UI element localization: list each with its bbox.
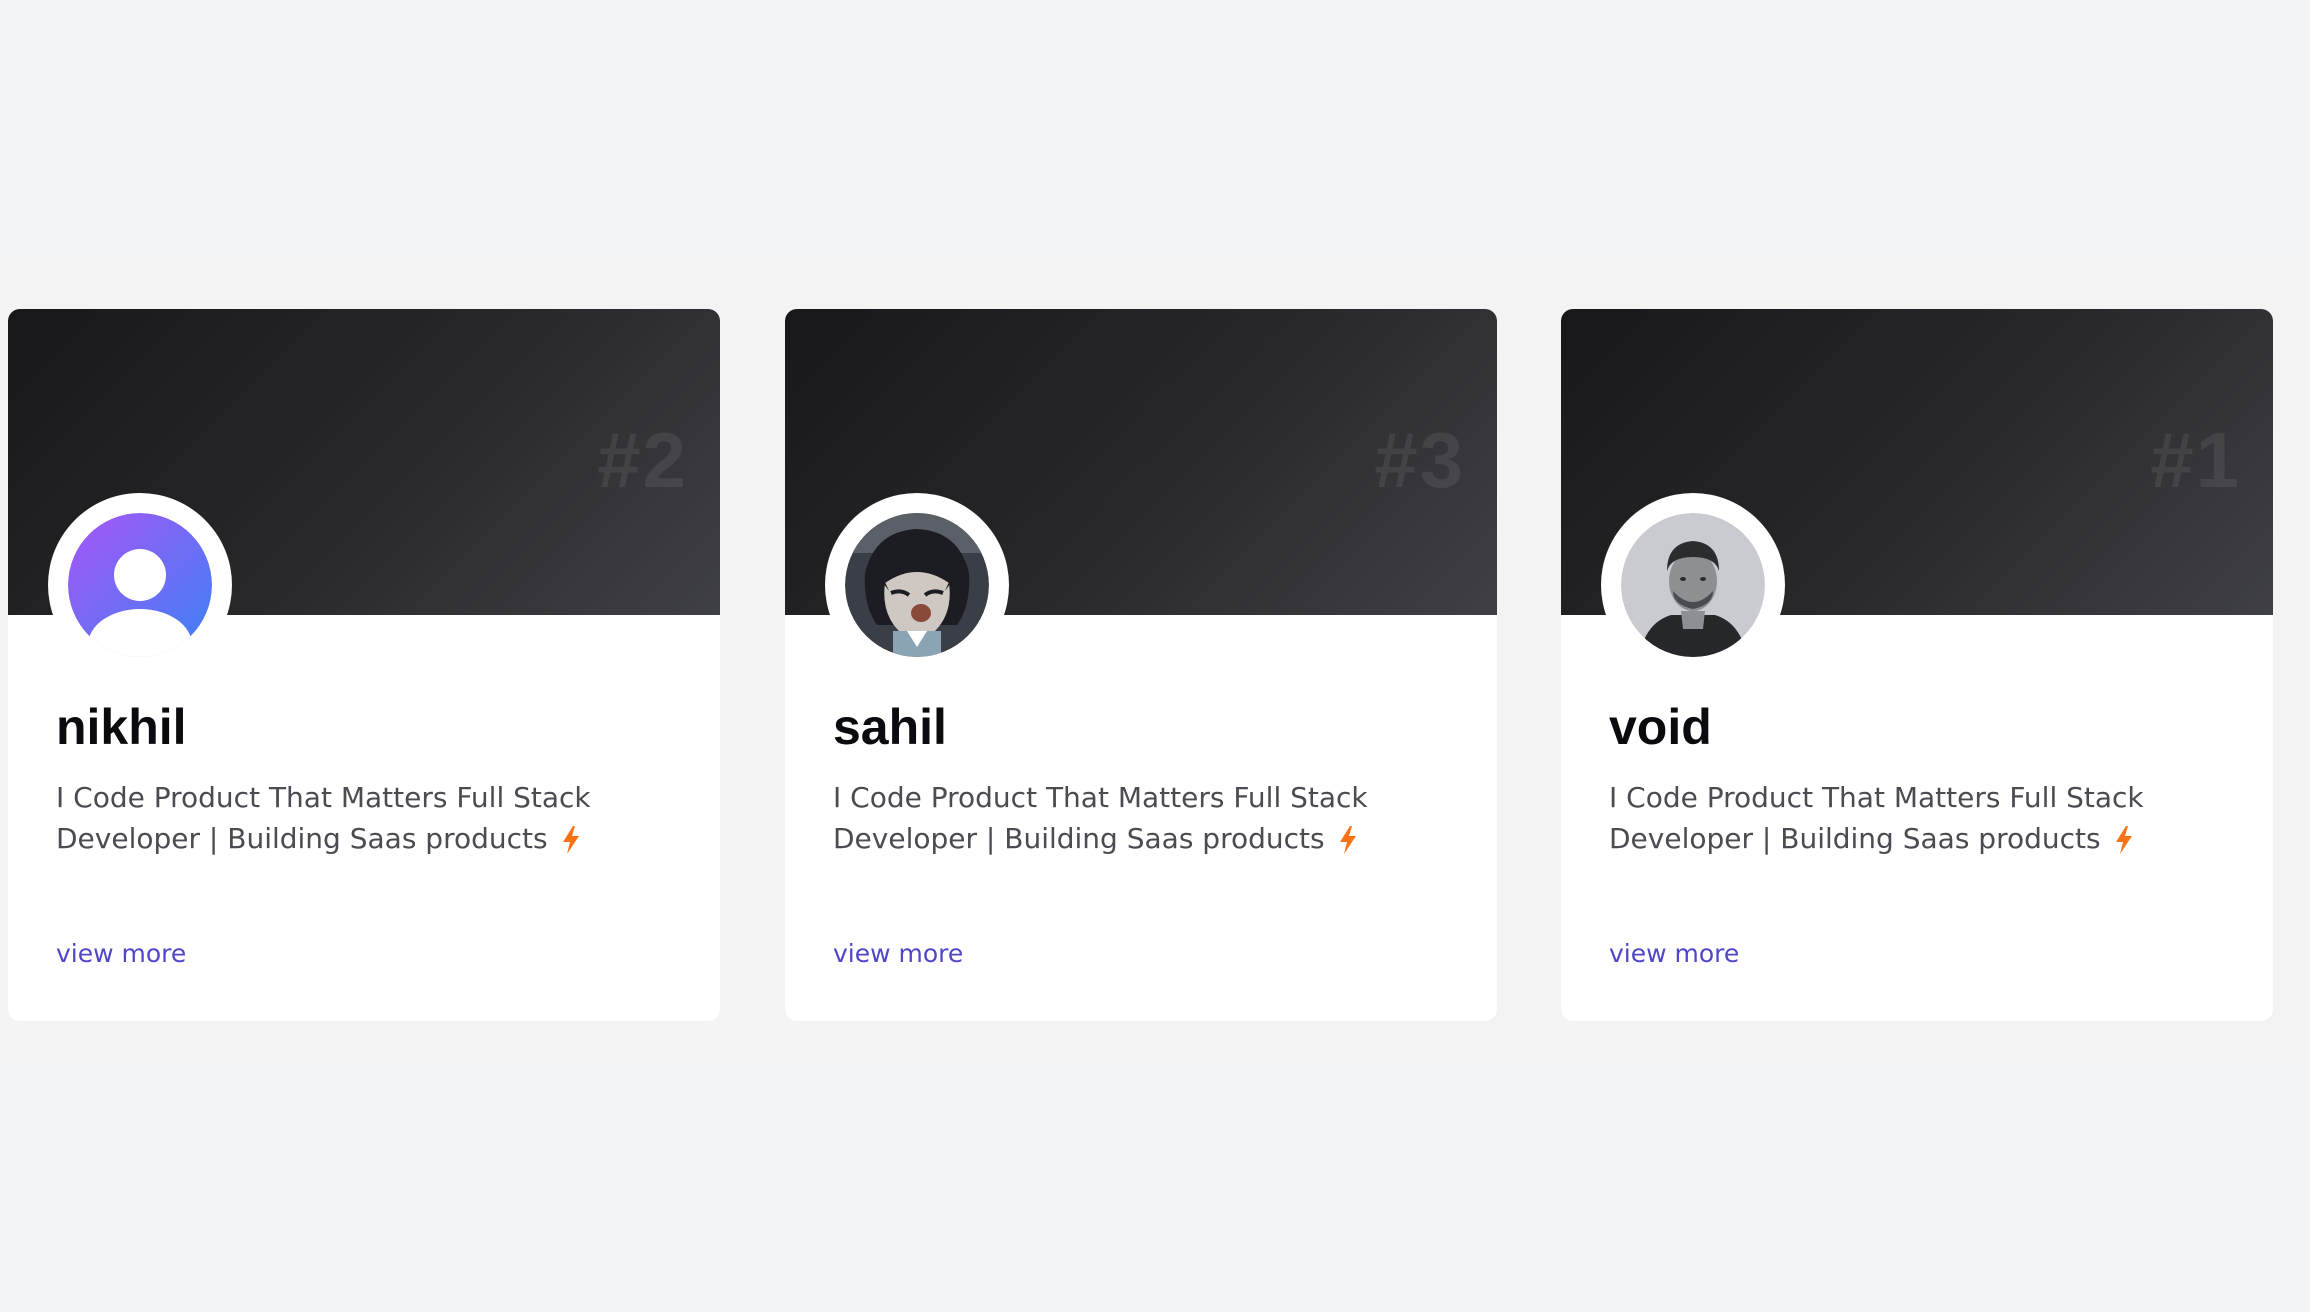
bio-text: I Code Product That Matters Full Stack D… (833, 781, 1368, 855)
profile-name: nikhil (56, 699, 187, 755)
bio-text: I Code Product That Matters Full Stack D… (1609, 781, 2144, 855)
person-photo-avatar[interactable] (1621, 513, 1765, 657)
profile-card[interactable]: #1 void I Code Product That Matters Full… (1561, 309, 2273, 1021)
lightning-icon (2115, 826, 2132, 854)
avatar-frame (825, 493, 1009, 677)
person-photo-image (1621, 513, 1765, 657)
profile-bio: I Code Product That Matters Full Stack D… (1609, 777, 2229, 859)
rank-label: #1 (2150, 416, 2241, 504)
profile-bio: I Code Product That Matters Full Stack D… (56, 777, 676, 859)
rank-label: #3 (1374, 416, 1465, 504)
default-user-avatar[interactable] (68, 513, 212, 657)
anime-character-avatar[interactable] (845, 513, 989, 657)
view-more-link[interactable]: view more (833, 939, 963, 968)
lightning-icon (562, 826, 579, 854)
user-icon (68, 513, 212, 657)
anime-character-image (845, 513, 989, 657)
profile-bio: I Code Product That Matters Full Stack D… (833, 777, 1453, 859)
profile-name: sahil (833, 699, 947, 755)
view-more-link[interactable]: view more (1609, 939, 1739, 968)
lightning-icon (1339, 826, 1356, 854)
avatar-frame (1601, 493, 1785, 677)
profile-name: void (1609, 699, 1712, 755)
view-more-link[interactable]: view more (56, 939, 186, 968)
avatar-frame (48, 493, 232, 677)
profile-card[interactable]: #2 nikhil I Code Product That Matters Fu… (8, 309, 720, 1021)
profile-cards-grid: #2 nikhil I Code Product That Matters Fu… (0, 0, 2310, 1312)
rank-label: #2 (597, 416, 688, 504)
bio-text: I Code Product That Matters Full Stack D… (56, 781, 591, 855)
profile-card[interactable]: #3 sahil I Code Product That Matters Ful… (785, 309, 1497, 1021)
